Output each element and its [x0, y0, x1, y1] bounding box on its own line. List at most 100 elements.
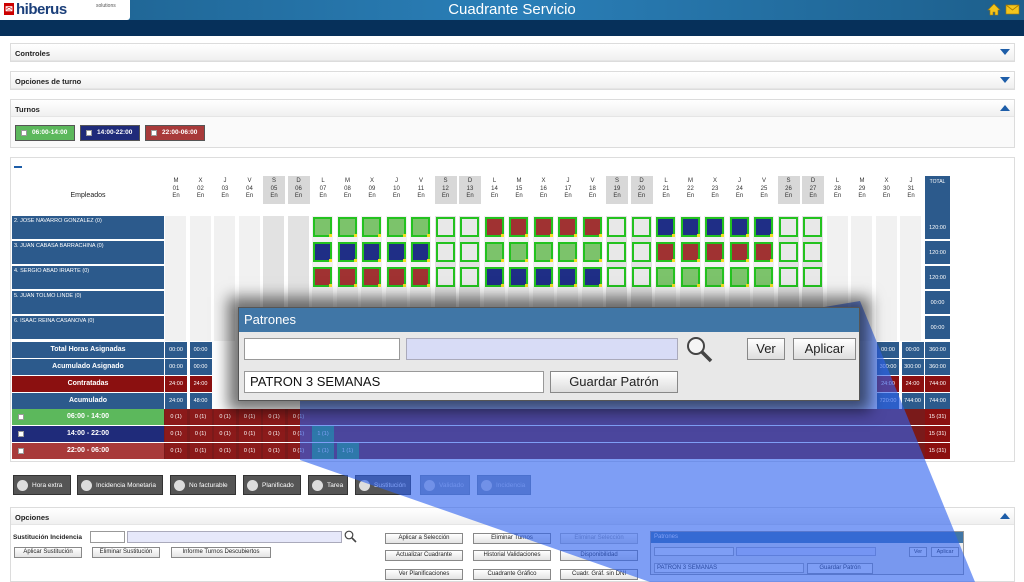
- patrones-mini-code-input[interactable]: [654, 547, 734, 556]
- chevron-up-icon[interactable]: [1000, 513, 1010, 519]
- shift-cell[interactable]: [460, 242, 479, 262]
- shift-cell[interactable]: [362, 242, 381, 262]
- home-icon[interactable]: [987, 3, 1001, 16]
- shift-chip-afternoon[interactable]: 14:00-22:00: [80, 125, 140, 141]
- shift-cell[interactable]: [533, 242, 553, 262]
- action-button[interactable]: Hora extra: [13, 475, 71, 495]
- action-button[interactable]: Incidencia Monetaria: [77, 475, 163, 495]
- eliminar-seleccion-button[interactable]: Eliminar Selección: [560, 533, 638, 544]
- shift-cell[interactable]: [362, 217, 381, 237]
- patron-code-input[interactable]: [244, 338, 400, 360]
- shift-cell[interactable]: [607, 267, 626, 287]
- shift-cell[interactable]: [631, 267, 651, 287]
- shift-cell[interactable]: [484, 267, 504, 287]
- shift-cell[interactable]: [337, 242, 357, 262]
- shift-cell[interactable]: [533, 217, 553, 237]
- shift-cell[interactable]: [705, 267, 724, 287]
- action-button[interactable]: Sustitución: [355, 475, 411, 495]
- action-button[interactable]: No facturable: [170, 475, 236, 495]
- shift-cell[interactable]: [411, 267, 430, 287]
- shift-cell[interactable]: [729, 242, 749, 262]
- cuadrante-grafico-button[interactable]: Cuadrante Gráfico: [473, 569, 551, 580]
- patrones-mini-guardar-button[interactable]: Guardar Patrón: [807, 563, 873, 574]
- shift-cell[interactable]: [362, 267, 381, 287]
- patrones-mini-ver-button[interactable]: Ver: [909, 547, 927, 557]
- collapse-icon[interactable]: [14, 166, 22, 168]
- shift-cell[interactable]: [582, 242, 602, 262]
- shift-cell[interactable]: [558, 267, 577, 287]
- action-button[interactable]: Planificado: [243, 475, 301, 495]
- shift-cell[interactable]: [460, 267, 479, 287]
- shift-cell[interactable]: [778, 217, 798, 237]
- shift-cell[interactable]: [337, 267, 357, 287]
- shift-cell[interactable]: [705, 242, 724, 262]
- aplicar-button[interactable]: Aplicar: [793, 338, 856, 360]
- ver-planificaciones-button[interactable]: Ver Planificaciones: [385, 569, 463, 580]
- shift-cell[interactable]: [509, 242, 528, 262]
- shift-cell[interactable]: [607, 217, 626, 237]
- ver-button[interactable]: Ver: [747, 338, 785, 360]
- chevron-down-icon[interactable]: [1000, 49, 1010, 55]
- search-icon[interactable]: [344, 530, 357, 545]
- shift-cell[interactable]: [582, 217, 602, 237]
- shift-cell[interactable]: [631, 242, 651, 262]
- shift-cell[interactable]: [778, 267, 798, 287]
- shift-cell[interactable]: [754, 267, 773, 287]
- shift-cell[interactable]: [680, 267, 700, 287]
- shift-cell[interactable]: [411, 242, 430, 262]
- employee-name[interactable]: 3. JUAN CABASA BARRACHINA (0): [12, 241, 164, 265]
- actualizar-cuadrante-button[interactable]: Actualizar Cuadrante: [385, 550, 463, 561]
- shift-cell[interactable]: [386, 242, 406, 262]
- shift-cell[interactable]: [582, 267, 602, 287]
- shift-cell[interactable]: [729, 267, 749, 287]
- shift-cell[interactable]: [435, 217, 455, 237]
- shift-cell[interactable]: [558, 217, 577, 237]
- shift-cell[interactable]: [607, 242, 626, 262]
- shift-cell[interactable]: [803, 242, 822, 262]
- checkbox-icon[interactable]: [18, 448, 24, 454]
- aplicar-sustitucion-button[interactable]: Aplicar Sustitución: [14, 547, 82, 558]
- panel-opciones-turno[interactable]: Opciones de turno: [10, 71, 1015, 90]
- shift-cell[interactable]: [705, 217, 724, 237]
- checkbox-icon[interactable]: [18, 414, 24, 420]
- shift-cell[interactable]: [484, 242, 504, 262]
- chevron-down-icon[interactable]: [1000, 77, 1010, 83]
- cuadr-graf-sin-dni-button[interactable]: Cuadr. Gráf. sin DNI: [560, 569, 638, 580]
- patrones-mini-pattern-input[interactable]: PATRON 3 SEMANAS: [654, 563, 804, 573]
- shift-cell[interactable]: [729, 217, 749, 237]
- action-button[interactable]: Incidencia: [477, 475, 531, 495]
- action-button[interactable]: Tarea: [308, 475, 348, 495]
- shift-cell[interactable]: [509, 217, 528, 237]
- patrones-mini-name-input[interactable]: [736, 547, 876, 556]
- shift-cell[interactable]: [656, 267, 675, 287]
- shift-cell[interactable]: [754, 217, 773, 237]
- patron-name-input[interactable]: [406, 338, 678, 360]
- shift-cell[interactable]: [435, 267, 455, 287]
- shift-cell[interactable]: [435, 242, 455, 262]
- shift-cell[interactable]: [558, 242, 577, 262]
- aplicar-seleccion-button[interactable]: Aplicar a Selección: [385, 533, 463, 544]
- employee-name[interactable]: 5. JUAN TOLMO LINDE (0): [12, 291, 164, 315]
- shift-cell[interactable]: [680, 242, 700, 262]
- shift-cell[interactable]: [411, 217, 430, 237]
- disponibilidad-button[interactable]: Disponibilidad: [560, 550, 638, 561]
- shift-cell[interactable]: [656, 217, 675, 237]
- action-button[interactable]: Validado: [420, 475, 470, 495]
- panel-controles[interactable]: Controles: [10, 43, 1015, 62]
- guardar-patron-button[interactable]: Guardar Patrón: [550, 371, 678, 393]
- shift-cell[interactable]: [484, 217, 504, 237]
- shift-cell[interactable]: [656, 242, 675, 262]
- shift-cell[interactable]: [313, 242, 332, 262]
- shift-cell[interactable]: [386, 267, 406, 287]
- patrones-mini-aplicar-button[interactable]: Aplicar: [931, 547, 959, 557]
- shift-cell[interactable]: [313, 217, 332, 237]
- historial-validaciones-button[interactable]: Historial Validaciones: [473, 550, 551, 561]
- employee-name[interactable]: 2. JOSE NAVARRO GONZALEZ (0): [12, 216, 164, 240]
- shift-chip-morning[interactable]: 06:00-14:00: [15, 125, 75, 141]
- sustitucion-name-input[interactable]: [127, 531, 342, 543]
- mail-icon[interactable]: [1005, 3, 1020, 16]
- shift-cell[interactable]: [631, 217, 651, 237]
- eliminar-sustitucion-button[interactable]: Eliminar Sustitución: [92, 547, 160, 558]
- shift-cell[interactable]: [386, 217, 406, 237]
- shift-cell[interactable]: [803, 267, 822, 287]
